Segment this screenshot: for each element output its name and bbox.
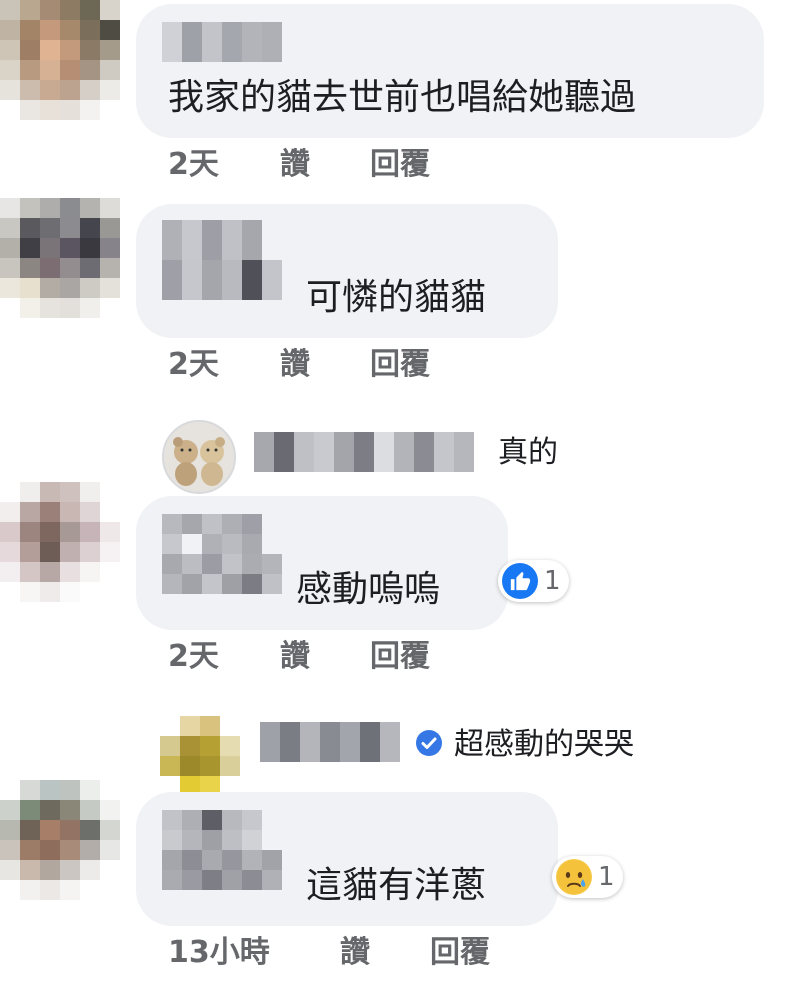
commenter-name-redacted [162,514,282,594]
reply-avatar[interactable] [160,716,240,796]
reply-link[interactable]: 回覆 [370,148,430,182]
sad-face-icon [556,859,592,895]
comment-time[interactable]: 13小時 [168,936,270,970]
reaction-count: 1 [544,566,561,596]
commenter-avatar-3[interactable] [0,482,120,602]
comment-time[interactable]: 2天 [168,348,219,382]
like-link[interactable]: 讚 [280,348,310,382]
comment-bubble-2: 可憐的貓貓 [136,204,558,338]
comment-time[interactable]: 2天 [168,148,219,182]
comment-bubble-4: 這貓有洋蔥 [136,792,558,926]
comment-time[interactable]: 2天 [168,640,219,674]
commenter-name-redacted [162,22,282,62]
comment-text: 我家的貓去世前也唱給她聽過 [168,77,637,118]
reaction-count: 1 [598,862,615,892]
reply-author-redacted [254,432,474,472]
reply-text: 超感動的哭哭 [454,727,634,762]
reply-text: 真的 [498,435,558,470]
commenter-name-redacted [162,810,282,890]
reply-author-redacted [260,722,400,762]
reply-avatar[interactable] [162,420,236,494]
comment-text: 這貓有洋蔥 [306,865,487,906]
comment-bubble-3: 感動嗚嗚 [136,496,508,630]
comment-bubble-1: 我家的貓去世前也唱給她聽過 [136,4,764,138]
reply-link[interactable]: 回覆 [430,936,490,970]
like-link[interactable]: 讚 [280,640,310,674]
commenter-avatar-2[interactable] [0,198,120,318]
commenter-avatar-4[interactable] [0,780,120,900]
like-link[interactable]: 讚 [280,148,310,182]
commenter-name-redacted [162,220,282,300]
reply-link[interactable]: 回覆 [370,348,430,382]
comment-text: 感動嗚嗚 [296,569,441,610]
thumbs-up-icon [502,563,538,599]
reaction-pill[interactable]: 1 [552,856,623,898]
comment-text: 可憐的貓貓 [306,277,487,318]
teddy-bear-icon [164,422,234,492]
verified-check-icon [416,730,442,756]
reply-link[interactable]: 回覆 [370,640,430,674]
reaction-pill[interactable]: 1 [498,560,569,602]
commenter-avatar-1[interactable] [0,0,120,120]
like-link[interactable]: 讚 [340,936,370,970]
